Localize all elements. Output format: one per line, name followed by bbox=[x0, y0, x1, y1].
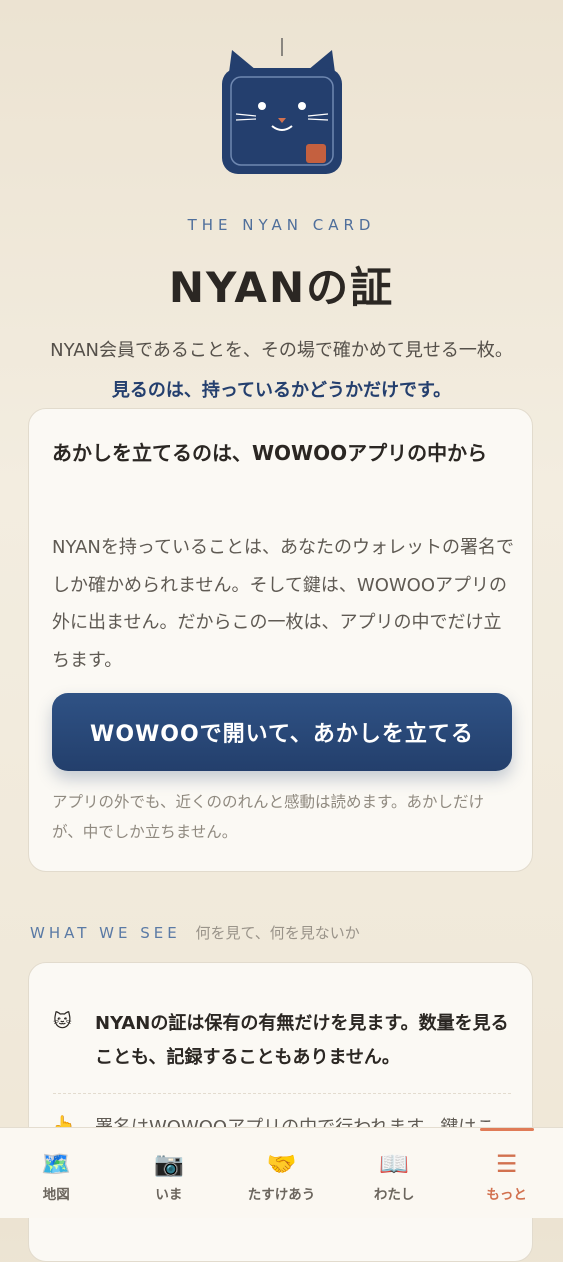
card-note: アプリの外でも、近くののれんと感動は読めます。あかしだけが、中でしか立ちません。 bbox=[52, 793, 484, 841]
open-in-wowoo-button[interactable]: WOWOOで開いて、あかしを立てる bbox=[52, 693, 512, 771]
section-label-en: WHAT WE SEE bbox=[30, 924, 181, 942]
lead-emphasis: 見るのは、持っているかどうかだけです。 bbox=[111, 380, 452, 401]
cat-face-icon: 🐱 bbox=[53, 1011, 72, 1032]
card-heading: あかしを立てるのは、WOWOOアプリの中から bbox=[52, 441, 488, 465]
tab-now[interactable]: 📷 いま bbox=[113, 1128, 226, 1218]
active-tab-indicator bbox=[479, 1128, 534, 1131]
tab-label: わたし bbox=[373, 1187, 415, 1203]
section-label-ja: 何を見て、何を見ないか bbox=[195, 924, 360, 942]
handshake-icon: 🤝 bbox=[266, 1150, 297, 1178]
camera-icon: 📷 bbox=[153, 1150, 184, 1178]
nyan-cat-logo-icon bbox=[212, 30, 352, 180]
tab-more[interactable]: ☰ もっと bbox=[450, 1128, 563, 1218]
eyebrow-label: THE NYAN CARD bbox=[187, 216, 376, 234]
world-map-icon: 🗺️ bbox=[41, 1150, 72, 1178]
tab-help-each-other[interactable]: 🤝 たすけあう bbox=[225, 1128, 338, 1218]
tab-label: いま bbox=[155, 1187, 183, 1203]
section-label: WHAT WE SEE 何を見て、何を見ないか bbox=[30, 922, 360, 943]
list-item-text: NYANの証は保有の有無だけを見ます。数量を見ることも、記録することもありません… bbox=[95, 1013, 509, 1068]
page-title: NYANの証 bbox=[168, 263, 395, 312]
proof-card: あかしを立てるのは、WOWOOアプリの中から NYANを持っていることは、あなた… bbox=[28, 408, 533, 872]
card-body: NYANを持っていることは、あなたのウォレットの署名でしか確かめられません。そし… bbox=[52, 537, 514, 671]
bottom-tab-bar: 🗺️ 地図 📷 いま 🤝 たすけあう 📖 わたし ☰ もっと bbox=[0, 1127, 563, 1218]
tab-label: もっと bbox=[486, 1187, 527, 1203]
tab-me[interactable]: 📖 わたし bbox=[338, 1128, 451, 1218]
tab-label: 地図 bbox=[42, 1187, 70, 1203]
tab-map[interactable]: 🗺️ 地図 bbox=[0, 1128, 113, 1218]
menu-icon: ☰ bbox=[495, 1150, 518, 1178]
lead-text: NYAN会員であることを、その場で確かめて見せる一枚。 bbox=[50, 340, 513, 361]
book-icon: 📖 bbox=[379, 1150, 410, 1178]
divider bbox=[53, 1093, 511, 1094]
tab-label: たすけあう bbox=[247, 1187, 316, 1203]
